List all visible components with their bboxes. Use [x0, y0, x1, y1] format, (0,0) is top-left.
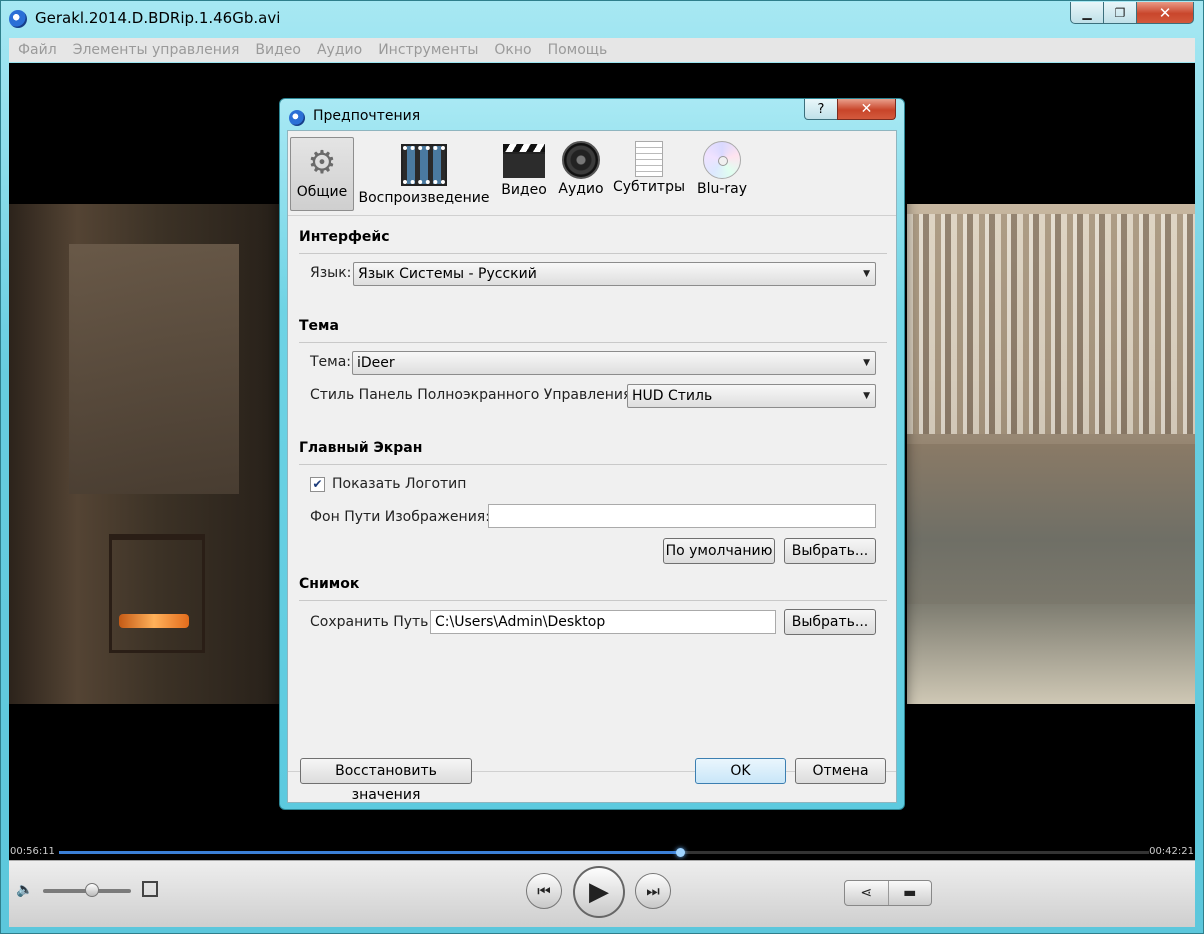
app-logo-icon: [9, 10, 27, 28]
share-button[interactable]: ⋖: [845, 881, 888, 905]
close-button[interactable]: ✕: [1136, 2, 1194, 24]
bg-path-label: Фон Пути Изображения:: [310, 509, 490, 525]
seek-handle[interactable]: [676, 848, 686, 857]
volume-icon[interactable]: 🔈: [16, 882, 36, 898]
video-frame-right: [907, 204, 1195, 704]
help-button[interactable]: ?: [804, 99, 838, 120]
menu-audio[interactable]: Аудио: [317, 42, 362, 58]
tab-audio[interactable]: Аудио: [554, 137, 608, 211]
language-value: Язык Системы - Русский: [358, 266, 537, 282]
next-button[interactable]: ⏭: [635, 873, 671, 909]
menu-file[interactable]: Файл: [18, 42, 57, 58]
preferences-dialog: Предпочтения ? ✕ ⚙ Общие Воспроизведение…: [279, 98, 905, 810]
menu-help[interactable]: Помощь: [548, 42, 608, 58]
language-select[interactable]: Язык Системы - Русский ▼: [353, 262, 876, 286]
tab-general[interactable]: ⚙ Общие: [290, 137, 354, 211]
document-icon: [635, 141, 663, 177]
section-heading-snapshot: Снимок: [299, 576, 887, 601]
menu-bar: Файл Элементы управления Видео Аудио Инс…: [9, 38, 1195, 62]
film-icon: [401, 144, 447, 186]
tab-label: Воспроизведение: [358, 190, 490, 206]
window-title: Gerakl.2014.D.BDRip.1.46Gb.avi: [35, 9, 281, 27]
theme-label: Тема:: [310, 354, 352, 370]
elapsed-time: 00:56:11: [10, 846, 55, 857]
default-button[interactable]: По умолчанию: [663, 538, 775, 564]
control-bar: 🔈 ⏮ ▶ ⏭ ⋖ ▬: [9, 860, 1195, 927]
video-frame-detail: [109, 534, 205, 653]
tab-playback[interactable]: Воспроизведение: [358, 137, 490, 211]
tab-label: Видео: [501, 182, 547, 198]
video-frame-detail: [69, 244, 239, 494]
tab-label: Общие: [296, 184, 348, 200]
tab-video[interactable]: Видео: [496, 137, 552, 211]
tab-label: Аудио: [558, 181, 604, 197]
minimize-button[interactable]: ▁: [1070, 2, 1104, 24]
tab-bluray[interactable]: Blu-ray: [694, 137, 750, 211]
dialog-close-button[interactable]: ✕: [837, 99, 896, 120]
theme-value: iDeer: [357, 355, 395, 371]
fullscreen-icon[interactable]: [142, 881, 158, 897]
dialog-body: ⚙ Общие Воспроизведение Видео Аудио Субт…: [287, 130, 897, 803]
chevron-down-icon: ▼: [863, 391, 870, 401]
seek-progress: [59, 851, 681, 854]
bg-path-field[interactable]: [488, 504, 876, 528]
video-frame-detail: [907, 214, 1195, 434]
tab-label: Blu-ray: [696, 181, 748, 197]
video-frame-detail: [907, 444, 1195, 604]
seek-track[interactable]: [59, 848, 1149, 857]
chevron-down-icon: ▼: [863, 358, 870, 368]
section-heading-main-screen: Главный Экран: [299, 440, 887, 465]
cancel-button[interactable]: Отмена: [795, 758, 886, 784]
play-button[interactable]: ▶: [573, 866, 625, 918]
fullscreen-style-value: HUD Стиль: [632, 388, 713, 404]
save-path-field[interactable]: C:\Users\Admin\Desktop: [430, 610, 776, 634]
checkmark-icon: ✔: [312, 477, 323, 491]
fullscreen-style-select[interactable]: HUD Стиль ▼: [627, 384, 876, 408]
dialog-title: Предпочтения: [313, 108, 421, 124]
choose-save-path-button[interactable]: Выбрать...: [784, 609, 876, 635]
play-icon: ▶: [589, 877, 609, 907]
seek-bar: 00:56:11 00:42:21: [9, 844, 1195, 860]
video-frame-detail: [119, 614, 189, 628]
title-bar[interactable]: Gerakl.2014.D.BDRip.1.46Gb.avi ▁ ❐ ✕: [1, 1, 1203, 35]
chevron-down-icon: ▼: [863, 269, 870, 279]
open-folder-button[interactable]: ▬: [887, 881, 932, 905]
maximize-button[interactable]: ❐: [1103, 2, 1137, 24]
video-frame-left: [9, 204, 281, 704]
previous-button[interactable]: ⏮: [526, 873, 562, 909]
tab-subtitles[interactable]: Субтитры: [612, 137, 686, 211]
folder-icon: ▬: [903, 885, 917, 901]
gear-icon: ⚙: [307, 143, 337, 181]
volume-handle[interactable]: [85, 883, 100, 897]
tab-label: Субтитры: [612, 179, 686, 195]
menu-controls[interactable]: Элементы управления: [73, 42, 240, 58]
share-icon: ⋖: [860, 885, 873, 901]
choose-bg-button[interactable]: Выбрать...: [784, 538, 876, 564]
show-logo-checkbox[interactable]: ✔: [310, 477, 325, 492]
speaker-icon: [562, 141, 600, 179]
remaining-time: 00:42:21: [1149, 846, 1194, 857]
theme-select[interactable]: iDeer ▼: [352, 351, 876, 375]
share-open-group: ⋖ ▬: [844, 880, 932, 906]
language-label: Язык:: [310, 265, 352, 281]
clapperboard-icon: [503, 144, 545, 178]
save-path-label: Сохранить Путь:: [310, 614, 434, 630]
category-tabs: ⚙ Общие Воспроизведение Видео Аудио Субт…: [288, 131, 896, 216]
menu-video[interactable]: Видео: [255, 42, 301, 58]
section-heading-interface: Интерфейс: [299, 229, 887, 254]
next-icon: ⏭: [646, 882, 660, 900]
previous-icon: ⏮: [537, 882, 551, 900]
menu-tools[interactable]: Инструменты: [378, 42, 478, 58]
app-logo-icon: [289, 110, 305, 126]
restore-defaults-button[interactable]: Восстановить значения: [300, 758, 472, 803]
section-heading-theme: Тема: [299, 318, 887, 343]
ok-button[interactable]: OK: [695, 758, 786, 784]
fullscreen-style-label: Стиль Панель Полноэкранного Управления:: [310, 387, 637, 403]
menu-window[interactable]: Окно: [494, 42, 531, 58]
show-logo-label: Показать Логотип: [332, 476, 467, 492]
disc-icon: [703, 141, 741, 179]
